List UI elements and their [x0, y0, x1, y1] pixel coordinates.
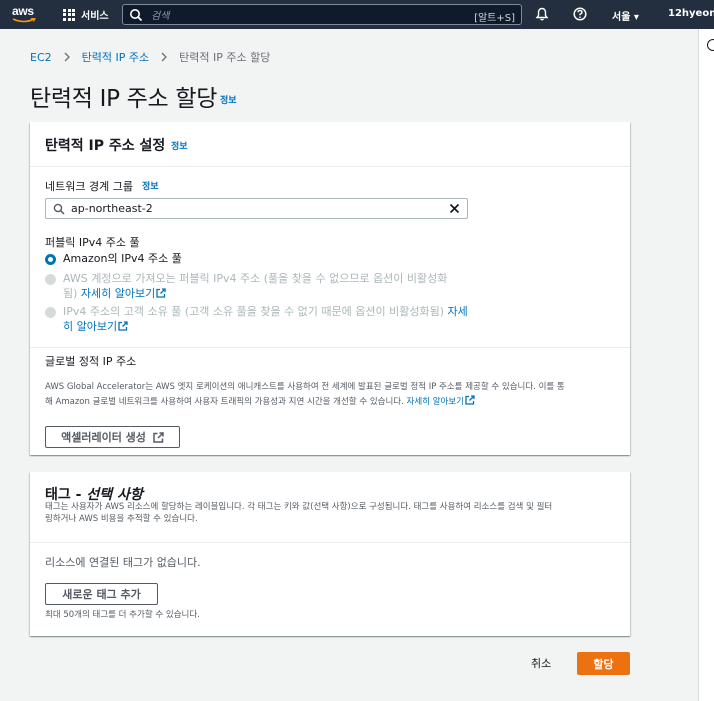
radio-byoip-line1: AWS 계정으로 가져오는 퍼블릭 IPv4 주소 (풀을 찾을 수 없으므로 … — [63, 272, 448, 285]
info-icon[interactable] — [707, 39, 714, 51]
external-link-icon — [118, 321, 128, 331]
global-desc-line2: 해 Amazon 글로벌 네트워크를 사용하여 사용자 트래픽의 가용성과 지연… — [45, 397, 404, 407]
radio-coip-line1: IPv4 주소의 고객 소유 풀 (고객 소유 풀을 찾을 수 없기 때문에 옵… — [63, 305, 445, 318]
radio-customer-owned-pool — [45, 307, 56, 318]
global-static-ip-label: 글로벌 정적 IP 주소 — [45, 355, 137, 368]
page-title: 탄력적 IP 주소 할당 — [30, 86, 218, 112]
top-navigation-bar: aws 서비스 검색 [알트+S] 서울 ▾ 12hyeon ▾ — [0, 0, 714, 29]
create-accelerator-label: 액셀러레이터 생성 — [61, 431, 146, 444]
breadcrumb-elastic-ips[interactable]: 탄력적 IP 주소 — [82, 49, 149, 65]
external-link-icon — [465, 395, 475, 405]
breadcrumb: EC2 탄력적 IP 주소 탄력적 IP 주소 할당 — [30, 49, 270, 65]
learn-more-link[interactable]: 자세히 알아보기 — [81, 287, 155, 300]
add-tag-label: 새로운 태그 추가 — [62, 588, 141, 601]
radio-byoip-pool — [45, 274, 56, 285]
search-icon — [53, 203, 65, 215]
panel-title: 탄력적 IP 주소 설정 — [45, 138, 166, 154]
network-border-group-info-link[interactable]: 정보 — [142, 179, 159, 192]
services-menu-button[interactable]: 서비스 — [63, 7, 109, 22]
network-border-group-label: 네트워크 경계 그룹 — [45, 180, 133, 193]
search-input[interactable]: 검색 [알트+S] — [122, 4, 522, 25]
panel-header: 탄력적 IP 주소 설정 정보 — [30, 122, 630, 167]
create-accelerator-button[interactable]: 액셀러레이터 생성 — [45, 426, 180, 448]
allocate-button[interactable]: 할당 — [577, 652, 630, 675]
tags-desc-line1: 태그는 사용자가 AWS 리소스에 할당하는 레이블입니다. 각 태그는 키와 … — [45, 502, 553, 512]
aws-smile-icon — [12, 18, 36, 23]
region-selector[interactable]: 서울 ▾ — [612, 8, 639, 23]
grid-icon — [63, 8, 75, 21]
cancel-button[interactable]: 취소 — [531, 655, 551, 671]
radio-byoip-line2: 됨) — [63, 287, 78, 300]
tags-desc-line2: 링하거나 AWS 비용을 추적할 수 있습니다. — [45, 514, 198, 524]
radio-amazon-pool[interactable] — [45, 254, 56, 265]
search-shortcut-hint: [알트+S] — [474, 13, 515, 24]
bell-icon[interactable] — [535, 7, 549, 21]
tag-limit-hint: 최대 50개의 태그를 더 추가할 수 있습니다. — [45, 610, 200, 620]
tags-description: 태그는 사용자가 AWS 리소스에 할당하는 레이블입니다. 각 태그는 키와 … — [45, 501, 625, 525]
services-label: 서비스 — [81, 11, 109, 22]
network-border-group-field[interactable]: ap-northeast-2 — [45, 198, 468, 219]
add-tag-button[interactable]: 새로운 태그 추가 — [45, 583, 158, 605]
network-border-group-value: ap-northeast-2 — [71, 202, 153, 215]
no-tags-message: 리소스에 연결된 태그가 없습니다. — [45, 556, 201, 569]
allocate-label: 할당 — [593, 657, 614, 671]
clear-icon[interactable] — [448, 202, 461, 215]
breadcrumb-ec2[interactable]: EC2 — [30, 51, 52, 64]
radio-byoip-pool-label: AWS 계정으로 가져오는 퍼블릭 IPv4 주소 (풀을 찾을 수 없으므로 … — [63, 271, 493, 301]
global-learn-more-link[interactable]: 자세히 알아보기 — [407, 397, 464, 407]
panel-header: 태그 - 선택 사항 태그는 사용자가 AWS 리소스에 할당하는 레이블입니다… — [30, 472, 630, 543]
global-accelerator-description: AWS Global Accelerator는 AWS 엣지 로케이션의 애니캐… — [45, 380, 625, 410]
external-link-icon — [156, 288, 166, 298]
learn-more-link[interactable]: 자세 — [448, 305, 468, 318]
chevron-right-icon — [161, 52, 168, 62]
account-menu[interactable]: 12hyeon ▾ — [668, 8, 714, 19]
aws-logo-text: aws — [12, 4, 34, 18]
chevron-right-icon — [64, 52, 70, 62]
ipv4-pool-label: 퍼블릭 IPv4 주소 풀 — [45, 236, 140, 249]
tags-panel: 태그 - 선택 사항 태그는 사용자가 AWS 리소스에 할당하는 레이블입니다… — [30, 472, 630, 636]
search-icon — [130, 8, 143, 21]
global-desc-line1: AWS Global Accelerator는 AWS 엣지 로케이션의 애니캐… — [45, 382, 565, 392]
right-side-rail — [698, 29, 714, 701]
breadcrumb-current: 탄력적 IP 주소 할당 — [179, 51, 271, 64]
radio-customer-owned-pool-label: IPv4 주소의 고객 소유 풀 (고객 소유 풀을 찾을 수 없기 때문에 옵… — [63, 304, 493, 334]
learn-more-link-continued[interactable]: 히 알아보기 — [63, 320, 117, 333]
search-placeholder: 검색 — [151, 11, 170, 22]
aws-logo[interactable]: aws — [12, 5, 38, 25]
section-divider — [30, 347, 630, 348]
radio-amazon-pool-label: Amazon의 IPv4 주소 풀 — [63, 252, 182, 265]
settings-info-link[interactable]: 정보 — [171, 139, 188, 152]
page-info-link[interactable]: 정보 — [220, 93, 237, 106]
external-link-icon — [153, 431, 164, 443]
elastic-ip-settings-panel: 탄력적 IP 주소 설정 정보 네트워크 경계 그룹 정보 ap-northea… — [30, 122, 630, 455]
help-icon[interactable] — [573, 7, 587, 21]
